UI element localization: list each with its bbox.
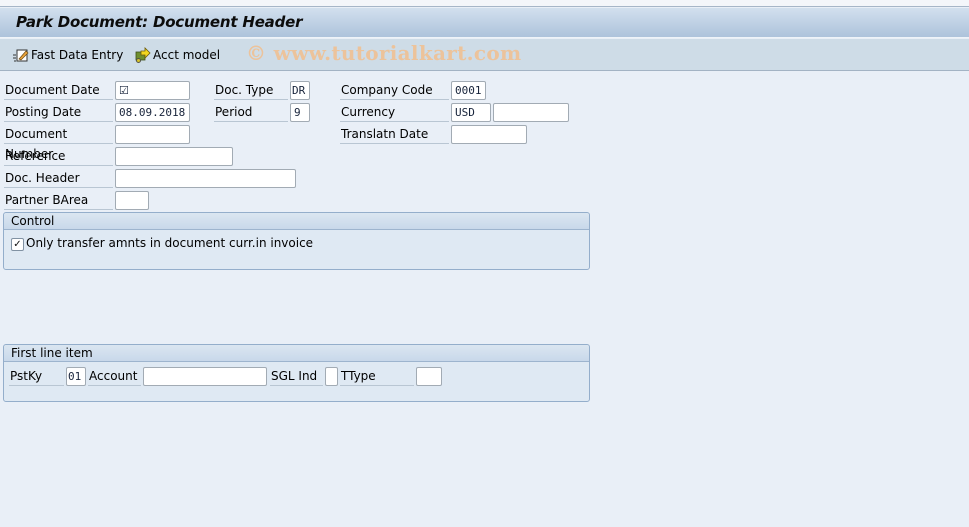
sgl-ind-label: SGL Ind	[270, 366, 323, 386]
document-date-label: Document Date	[4, 80, 113, 100]
pstky-label: PstKy	[9, 366, 64, 386]
partner-barea-label: Partner BArea	[4, 190, 113, 210]
only-transfer-amnts-checkbox[interactable]: ✓	[11, 238, 24, 251]
fast-data-entry-button[interactable]: Fast Data Entry	[13, 46, 123, 64]
ttype-field[interactable]	[416, 367, 442, 386]
reference-label: Reference	[4, 146, 113, 166]
fast-data-entry-icon	[13, 47, 29, 63]
sgl-ind-field[interactable]	[325, 367, 338, 386]
currency-label: Currency	[340, 102, 449, 122]
only-transfer-amnts-label: Only transfer amnts in document curr.in …	[26, 236, 314, 250]
acct-model-button[interactable]: Acct model	[135, 46, 220, 64]
watermark: © www.tutorialkart.com	[246, 41, 522, 65]
first-line-item-title: First line item	[4, 345, 589, 362]
application-toolbar: Fast Data Entry Acct model © www.tutoria…	[0, 39, 969, 71]
ttype-label: TType	[340, 366, 414, 386]
top-strip	[0, 0, 969, 7]
pstky-field[interactable]: 01	[66, 367, 86, 386]
reference-field[interactable]	[115, 147, 233, 166]
document-number-field[interactable]	[115, 125, 190, 144]
currency-secondary-field[interactable]	[493, 103, 569, 122]
document-number-label: Document Number	[4, 124, 113, 161]
company-code-label: Company Code	[340, 80, 449, 100]
period-field[interactable]: 9	[290, 103, 310, 122]
doc-header-field[interactable]	[115, 169, 296, 188]
account-field[interactable]	[143, 367, 267, 386]
doc-type-label: Doc. Type	[214, 80, 288, 100]
control-group-title: Control	[4, 213, 589, 230]
translatn-date-field[interactable]	[451, 125, 527, 144]
title-bar: Park Document: Document Header	[0, 8, 969, 38]
doc-header-label: Doc. Header	[4, 168, 113, 188]
account-label: Account	[88, 366, 141, 386]
currency-field[interactable]: USD	[451, 103, 491, 122]
period-label: Period	[214, 102, 288, 122]
document-date-field[interactable]: ☑	[115, 81, 190, 100]
fast-data-entry-label: Fast Data Entry	[31, 48, 124, 62]
account-model-icon	[135, 47, 151, 63]
posting-date-field[interactable]: 08.09.2018	[115, 103, 190, 122]
partner-barea-field[interactable]	[115, 191, 149, 210]
posting-date-label: Posting Date	[4, 102, 113, 122]
doc-type-field[interactable]: DR	[290, 81, 310, 100]
acct-model-label: Acct model	[153, 48, 221, 62]
translatn-date-label: Translatn Date	[340, 124, 449, 144]
page-title: Park Document: Document Header	[16, 13, 303, 31]
company-code-field[interactable]: 0001	[451, 81, 486, 100]
